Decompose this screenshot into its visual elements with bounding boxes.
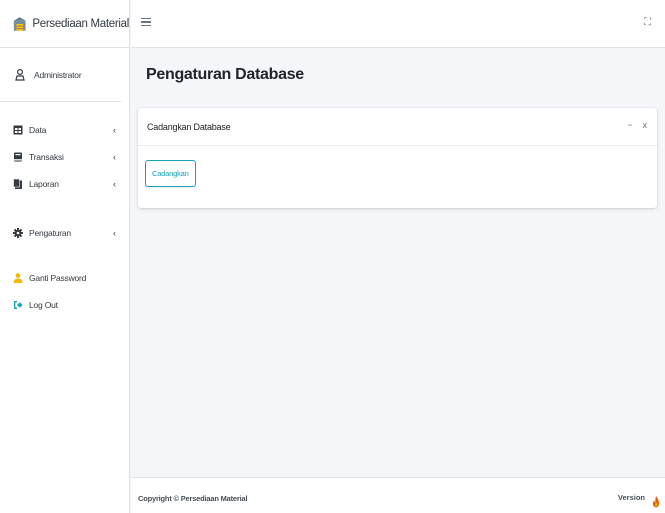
close-icon[interactable]: x (643, 120, 648, 130)
collapse-icon[interactable]: − (627, 120, 632, 130)
sidebar-item-label: Laporan (29, 178, 59, 189)
version-label: Version (617, 493, 645, 502)
card-tools: − x (627, 120, 647, 130)
sidebar-item-label: Log Out (29, 299, 58, 310)
warehouse-logo-icon (13, 16, 26, 31)
sidebar-item-laporan[interactable]: Laporan ‹ (0, 170, 129, 197)
sidebar-nav: Data ‹ Transaksi ‹ Laporan ‹ Pengaturan … (0, 102, 129, 318)
page-title: Pengaturan Database (146, 66, 304, 83)
footer: Copyright © Persediaan Material Version (131, 477, 665, 513)
sign-out-icon (14, 300, 23, 309)
brand-title: Persediaan Material (32, 17, 129, 30)
cog-icon (13, 227, 23, 238)
chevron-left-icon: ‹ (113, 178, 116, 189)
sidebar-item-transaksi[interactable]: Transaksi ‹ (0, 143, 129, 170)
top-navbar: ⛶ (131, 0, 665, 48)
sidebar-item-label: Transaksi (29, 151, 64, 162)
user-panel[interactable]: Administrator (0, 48, 121, 102)
sidebar-item-label: Ganti Password (29, 272, 87, 283)
sidebar-item-label: Data (29, 124, 47, 135)
hamburger-icon[interactable] (141, 18, 151, 28)
user-icon (15, 68, 25, 81)
chevron-left-icon: ‹ (113, 227, 116, 238)
backup-card: Cadangkan Database − x Cadangkan (138, 108, 657, 208)
user-icon (13, 272, 23, 283)
expand-icon[interactable]: ⛶ (644, 17, 651, 28)
flame-icon (653, 496, 659, 508)
sidebar-item-log-out[interactable]: Log Out (0, 291, 129, 318)
sidebar: Persediaan Material Administrator Data ‹… (0, 0, 130, 513)
copyright-text: Copyright © Persediaan Material (138, 494, 248, 503)
clipboard-icon (13, 178, 22, 189)
sidebar-item-pengaturan[interactable]: Pengaturan ‹ (0, 219, 129, 246)
brand-link[interactable]: Persediaan Material (0, 0, 129, 48)
table-icon (13, 125, 23, 134)
sidebar-item-label: Pengaturan (29, 227, 71, 238)
sidebar-item-ganti-password[interactable]: Ganti Password (0, 264, 129, 291)
card-header: Cadangkan Database − x (138, 108, 657, 146)
user-name: Administrator (34, 69, 82, 80)
chevron-left-icon: ‹ (113, 151, 116, 162)
backup-button[interactable]: Cadangkan (145, 160, 196, 187)
chevron-left-icon: ‹ (113, 124, 116, 135)
sidebar-item-data[interactable]: Data ‹ (0, 116, 129, 143)
book-icon (14, 152, 22, 161)
card-body: Cadangkan (138, 146, 657, 187)
card-title: Cadangkan Database (147, 121, 231, 132)
